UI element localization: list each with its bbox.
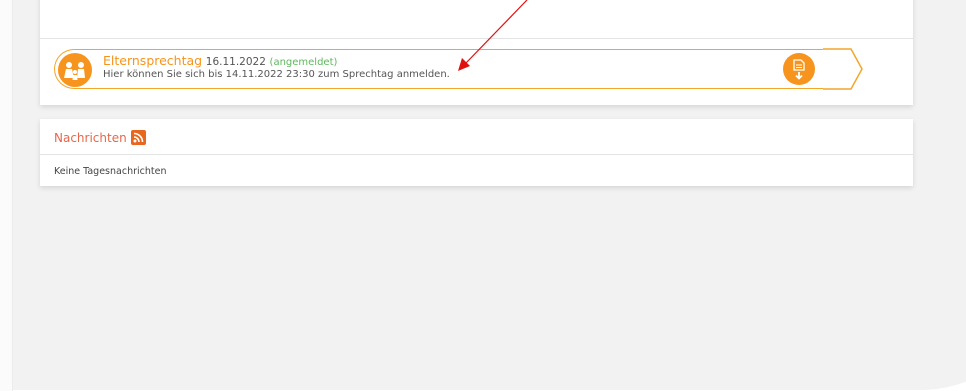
annotation-arrow — [458, 0, 528, 71]
